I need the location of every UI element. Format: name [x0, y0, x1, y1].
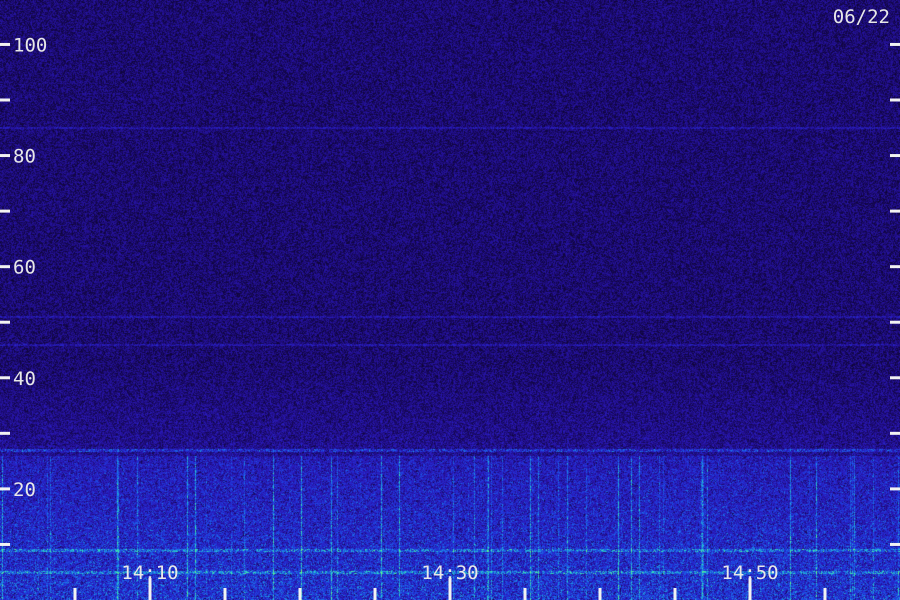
y-tick-label: 80: [13, 146, 36, 168]
x-tick-label: 14:10: [121, 562, 178, 584]
date-label: 06/22: [833, 6, 890, 28]
axes-overlay: 20 40 60 80 100 14:10 14:30 14:50 06/22: [0, 6, 900, 600]
x-axis-labels: 14:10 14:30 14:50: [121, 562, 778, 584]
x-tick-label: 14:30: [421, 562, 478, 584]
x-tick-label: 14:50: [721, 562, 778, 584]
y-tick-label: 20: [13, 479, 36, 501]
y-axis-left: 20 40 60 80 100: [0, 34, 47, 546]
y-tick-label: 60: [13, 257, 36, 279]
y-axis-right: [890, 42, 900, 546]
y-tick-label: 40: [13, 368, 36, 390]
y-tick-label: 100: [13, 34, 47, 56]
